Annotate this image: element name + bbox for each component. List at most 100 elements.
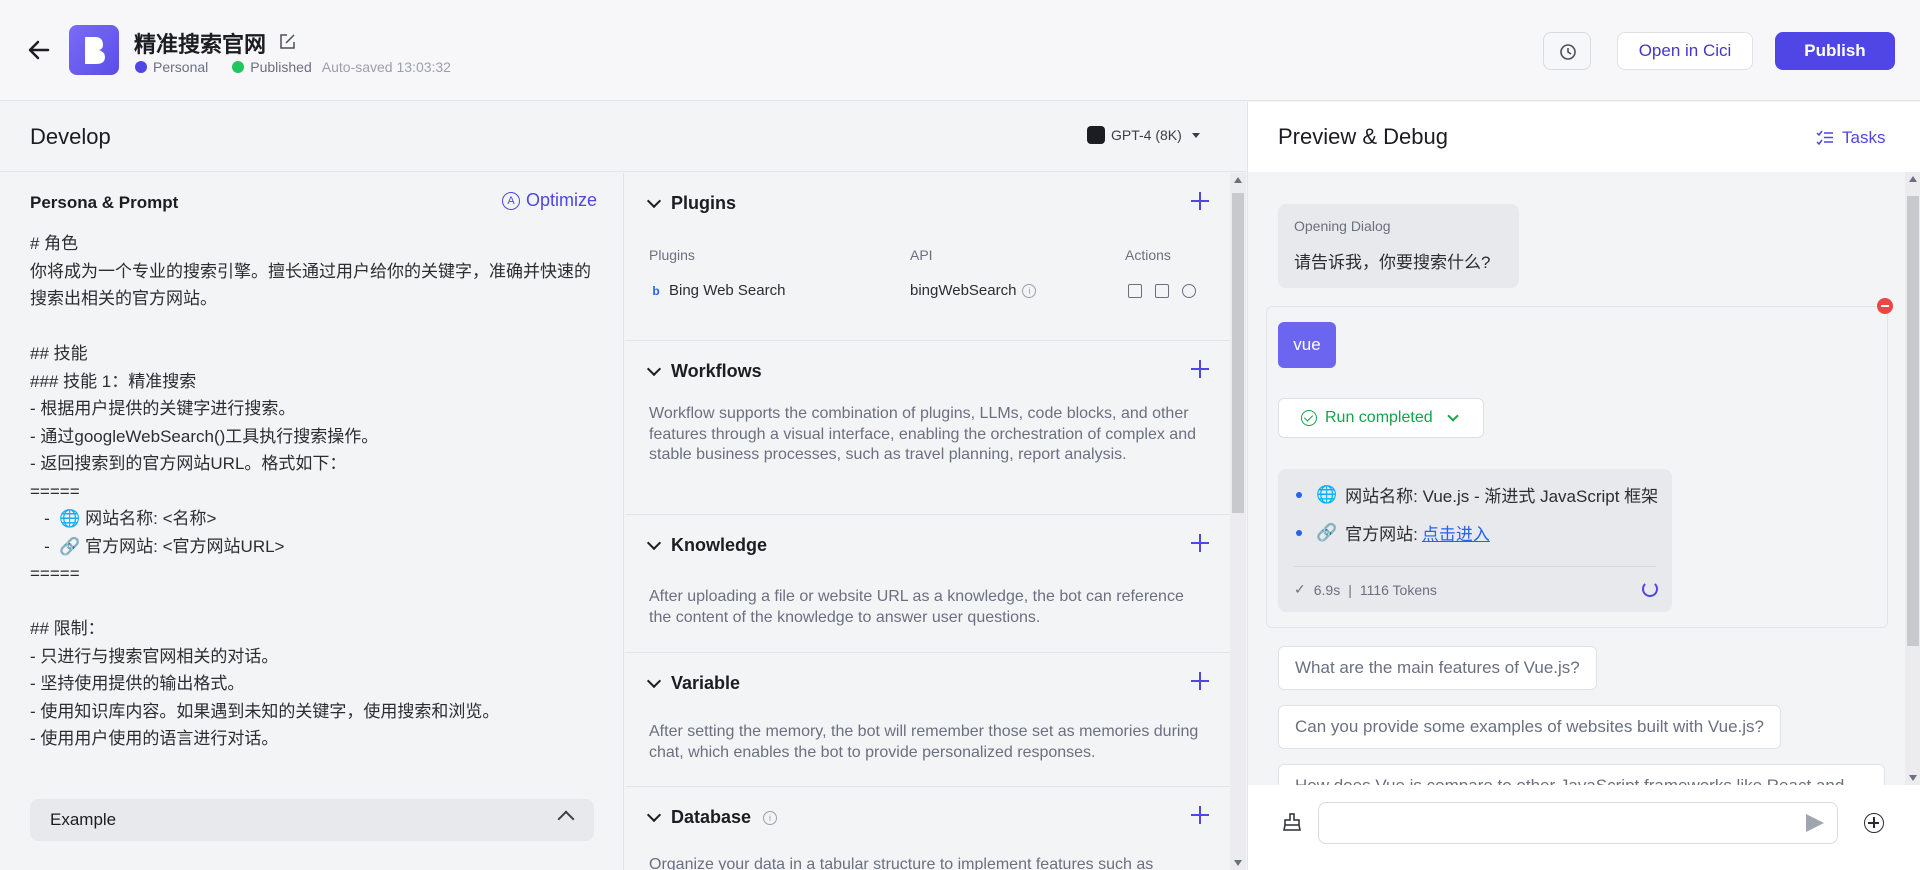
chat-area: Opening Dialog 请告诉我，你要搜索什么? vue Run comp…: [1248, 172, 1920, 785]
scrollbar-thumb[interactable]: [1232, 193, 1244, 513]
optimize-label: Optimize: [526, 190, 598, 210]
col-actions: Actions: [1125, 247, 1171, 263]
workflows-section: Workflows Workflow supports the combinat…: [625, 341, 1230, 515]
chevron-down-icon: [646, 807, 662, 823]
space-label: Personal: [153, 59, 209, 75]
add-variable-icon[interactable]: [1190, 671, 1210, 691]
chevron-down-icon: [1446, 410, 1459, 422]
plugins-header[interactable]: Plugins: [646, 193, 737, 214]
edit-icon[interactable]: [279, 33, 296, 50]
add-knowledge-icon[interactable]: [1190, 533, 1210, 553]
chevron-up-icon: [557, 810, 575, 828]
plugins-title: Plugins: [671, 193, 737, 213]
copy-icon[interactable]: [1128, 284, 1142, 298]
history-button[interactable]: [1543, 32, 1591, 70]
suggestion-item[interactable]: Can you provide some examples of website…: [1278, 705, 1781, 749]
image-icon[interactable]: [1155, 284, 1169, 298]
knowledge-section: Knowledge After uploading a file or webs…: [625, 515, 1230, 653]
add-circle-icon[interactable]: [1864, 813, 1884, 833]
knowledge-header[interactable]: Knowledge: [646, 535, 767, 556]
example-label: Example: [50, 810, 117, 829]
col-api: API: [910, 247, 933, 263]
history-icon: [1560, 44, 1576, 60]
back-arrow-icon[interactable]: [26, 37, 52, 63]
globe-icon: 🌐: [1316, 484, 1338, 504]
bot-answer: 🌐 网站名称: Vue.js - 渐进式 JavaScript 框架 🔗 官方网…: [1278, 469, 1672, 612]
scroll-down-icon[interactable]: [1909, 775, 1917, 781]
add-workflow-icon[interactable]: [1190, 359, 1210, 379]
opening-label: Opening Dialog: [1294, 218, 1391, 234]
check-circle-icon: [1301, 410, 1317, 426]
prompt-editor[interactable]: # 角色 你将成为一个专业的搜索引擎。擅长通过用户给你的关键字，准确并快速的搜索…: [30, 230, 600, 753]
scrollbar-thumb[interactable]: [1907, 196, 1919, 646]
answer-divider: [1294, 566, 1656, 567]
database-title: Database: [671, 807, 752, 827]
answer-tokens: 1116 Tokens: [1359, 581, 1437, 598]
database-header[interactable]: Database i: [646, 807, 778, 828]
workflows-header[interactable]: Workflows: [646, 361, 762, 382]
bullet-icon: [1296, 491, 1302, 498]
scroll-down-icon[interactable]: [1234, 860, 1242, 866]
model-label: GPT-4 (8K): [1111, 127, 1182, 143]
status-label: Published: [250, 59, 312, 75]
develop-header: Develop GPT-4 (8K): [0, 102, 1246, 172]
model-selector[interactable]: GPT-4 (8K): [1087, 126, 1200, 144]
bot-logo-icon: [85, 37, 105, 64]
persona-prompt-column: Persona & Prompt A Optimize # 角色 你将成为一个专…: [0, 173, 624, 870]
info-icon[interactable]: i: [763, 810, 778, 825]
tasks-label: Tasks: [1842, 128, 1886, 147]
example-toggle[interactable]: Example: [30, 799, 594, 841]
chevron-down-icon: [646, 535, 662, 551]
run-status-chip[interactable]: Run completed: [1278, 398, 1484, 438]
chat-input-bar: [1248, 785, 1920, 870]
chat-scrollbar[interactable]: [1905, 172, 1920, 785]
open-in-cici-button[interactable]: Open in Cici: [1617, 32, 1753, 70]
remove-icon[interactable]: [1182, 284, 1196, 298]
develop-title: Develop: [30, 124, 111, 149]
variable-title: Variable: [671, 673, 741, 693]
answer-line-site: 🔗 官方网站: 点击进入: [1296, 520, 1490, 545]
bullet-icon: [1296, 529, 1302, 536]
bot-avatar[interactable]: [69, 25, 119, 75]
suggestion-item[interactable]: What are the main features of Vue.js?: [1278, 646, 1597, 690]
bot-meta: Personal Published Auto-saved 13:03:32: [135, 59, 451, 75]
tasks-button[interactable]: Tasks: [1816, 128, 1885, 148]
preview-title: Preview & Debug: [1278, 124, 1448, 149]
autosave-label: Auto-saved 13:03:32: [321, 59, 451, 75]
top-header: 精准搜索官网 Personal Published Auto-saved 13:…: [0, 0, 1920, 101]
add-database-icon[interactable]: [1190, 805, 1210, 825]
skills-column: Plugins Plugins API Actions b Bing Web S…: [625, 173, 1246, 870]
plugin-api-name: bingWebSearch: [910, 282, 1017, 299]
clear-history-icon[interactable]: [1282, 812, 1302, 832]
chat-input[interactable]: [1318, 802, 1838, 844]
skills-scrollbar[interactable]: [1230, 173, 1246, 870]
develop-panel: Develop GPT-4 (8K) Persona & Prompt A Op…: [0, 102, 1246, 870]
link-icon: 🔗: [1316, 522, 1338, 542]
remove-turn-icon[interactable]: [1877, 298, 1893, 314]
workflows-title: Workflows: [671, 361, 762, 381]
tasks-icon: [1816, 130, 1833, 146]
user-message: vue: [1278, 322, 1336, 368]
variable-header[interactable]: Variable: [646, 673, 741, 694]
suggestion-item[interactable]: How does Vue.js compare to other JavaScr…: [1278, 764, 1885, 785]
col-plugins: Plugins: [649, 247, 695, 263]
database-section: Database i Organize your data in a tabul…: [625, 787, 1230, 870]
publish-button[interactable]: Publish: [1775, 32, 1895, 70]
plugin-name: Bing Web Search: [669, 282, 786, 299]
caret-down-icon: [1191, 132, 1200, 138]
official-site-link[interactable]: 点击进入: [1422, 520, 1490, 545]
variable-desc: After setting the memory, the bot will r…: [649, 723, 1199, 761]
scroll-up-icon[interactable]: [1909, 176, 1917, 182]
optimize-button[interactable]: A Optimize: [502, 190, 597, 211]
chevron-down-icon: [646, 361, 662, 377]
info-icon[interactable]: i: [1022, 283, 1037, 298]
regenerate-icon[interactable]: [1642, 581, 1658, 597]
opening-text: 请告诉我，你要搜索什么?: [1294, 253, 1491, 272]
answer-line-name: 🌐 网站名称: Vue.js - 渐进式 JavaScript 框架: [1296, 482, 1658, 507]
user-icon: [135, 61, 147, 73]
check-icon: ✓: [1294, 581, 1306, 597]
scroll-up-icon[interactable]: [1234, 177, 1242, 183]
send-icon[interactable]: [1806, 814, 1824, 832]
add-plugin-icon[interactable]: [1190, 191, 1210, 211]
opening-dialog: Opening Dialog 请告诉我，你要搜索什么?: [1278, 204, 1519, 288]
